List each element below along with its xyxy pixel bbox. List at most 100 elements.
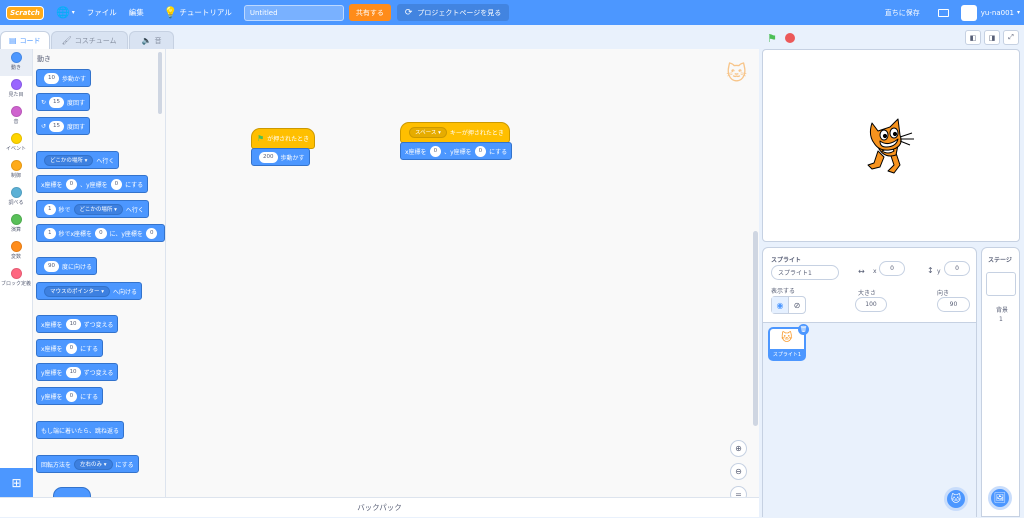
move-steps-input[interactable]: 10	[44, 72, 59, 84]
size-input[interactable]: 100	[855, 297, 887, 312]
avatar[interactable]	[960, 4, 977, 21]
glide-to-dropdown[interactable]: どこかの場所 ▾	[73, 203, 123, 215]
goto-xy-y-input[interactable]: 0	[110, 178, 123, 190]
username[interactable]: yu-na001	[981, 9, 1014, 17]
language-menu[interactable]: 🌐 ▾	[50, 0, 81, 25]
block-point-towards[interactable]: マウスのポインター ▾ へ向ける	[36, 282, 143, 300]
category-my-blocks[interactable]: ブロック定義	[0, 265, 32, 292]
zoom-out-button[interactable]: ⊖	[730, 463, 747, 480]
category-control[interactable]: 制御	[0, 157, 32, 184]
block-turn-right[interactable]: ↻ 15 度回す	[36, 93, 91, 111]
category-motion[interactable]: 動き	[0, 49, 32, 76]
block-change-x[interactable]: x座標を 10 ずつ変える	[36, 315, 119, 333]
script-goto-x-input[interactable]: 0	[429, 145, 442, 157]
block-goto[interactable]: どこかの場所 ▾ へ行く	[36, 151, 120, 169]
share-button[interactable]: 共有する	[348, 4, 391, 21]
edit-menu[interactable]: 編集	[123, 0, 150, 25]
block-turn-left[interactable]: ↺ 15 度回す	[36, 117, 91, 135]
green-flag-button[interactable]: ⚑	[767, 32, 777, 45]
y-position-input[interactable]: 0	[944, 261, 970, 276]
small-stage-button[interactable]: ◧	[965, 30, 981, 45]
large-stage-button[interactable]: ◨	[984, 30, 1000, 45]
sprite-info-panel: スプライト スプライト1 ↔ x 0 ↕ y 0 表示する ◉ ⊘ 大きさ 10…	[762, 247, 977, 518]
fullscreen-button[interactable]: ⤢	[1003, 30, 1019, 45]
glide-xy-x-input[interactable]: 0	[95, 227, 107, 239]
move-steps-block[interactable]: 200 歩動かす	[251, 148, 310, 166]
point-towards-dropdown[interactable]: マウスのポインター ▾	[44, 285, 111, 297]
block-bounce[interactable]: もし端に着いたら、跳ね返る	[36, 421, 125, 439]
goto-xy-block[interactable]: x座標を 0 、y座標を 0 にする	[400, 142, 513, 160]
add-extension-button[interactable]: ⊞	[0, 468, 33, 497]
block-change-y[interactable]: y座標を 10 ずつ変える	[36, 363, 119, 381]
file-menu[interactable]: ファイル	[81, 0, 123, 25]
change-x-input[interactable]: 10	[65, 318, 81, 330]
stage[interactable]	[762, 49, 1020, 242]
show-eye-icon[interactable]: ◉	[772, 297, 789, 313]
glide-xy-y-input[interactable]: 0	[145, 227, 158, 239]
category-events[interactable]: イベント	[0, 130, 32, 157]
cat-sprite[interactable]	[864, 117, 920, 179]
chevron-down-icon[interactable]: ▾	[1017, 9, 1020, 16]
category-sensing[interactable]: 調べる	[0, 184, 32, 211]
add-sprite-button[interactable]: 🐱	[944, 487, 968, 511]
change-y-input[interactable]: 10	[65, 366, 81, 378]
category-variables[interactable]: 変数	[0, 238, 32, 265]
block-set-x[interactable]: x座標を 0 にする	[36, 339, 104, 357]
turn-left-input[interactable]: 15	[49, 120, 65, 132]
block-rotation-style[interactable]: 回転方法を 左右のみ ▾ にする	[36, 455, 139, 473]
glide-secs-input[interactable]: 1	[44, 203, 56, 215]
tutorial-menu[interactable]: 💡 チュートリアル	[158, 0, 238, 25]
category-operators-dot	[10, 214, 22, 225]
script-move-input[interactable]: 200	[259, 151, 278, 163]
tab-costumes[interactable]: 🖌 コスチューム	[50, 31, 128, 49]
point-direction-input[interactable]: 90	[44, 260, 59, 272]
see-project-page-button[interactable]: ⟳ プロジェクトページを見る	[396, 4, 510, 21]
script-goto-y-input[interactable]: 0	[474, 145, 487, 157]
block-point-direction[interactable]: 90 度に向ける	[36, 257, 98, 275]
hide-eye-icon[interactable]: ⊘	[789, 297, 805, 313]
glide-xy-label-b: に、y座標を	[109, 230, 143, 238]
sprite-tile[interactable]: 🐱 スプライト1 🗑	[768, 324, 809, 361]
set-x-input[interactable]: 0	[65, 342, 78, 354]
palette-scrollbar[interactable]	[158, 52, 162, 114]
glide-xy-secs-input[interactable]: 1	[44, 227, 56, 239]
goto-xy-x-input[interactable]: 0	[65, 178, 78, 190]
zoom-in-button[interactable]: ⊕	[730, 440, 747, 457]
stage-thumbnail[interactable]	[986, 272, 1016, 296]
set-y-input[interactable]: 0	[65, 390, 78, 402]
category-operators[interactable]: 演算	[0, 211, 32, 238]
block-goto-xy[interactable]: x座標を 0 、y座標を 0 にする	[36, 175, 149, 193]
backpack[interactable]: バックパック	[0, 497, 759, 517]
rotation-dropdown[interactable]: 左右のみ ▾	[74, 458, 113, 470]
category-motion-label: 動き	[10, 65, 21, 71]
category-looks[interactable]: 見た目	[0, 76, 32, 103]
direction-input[interactable]: 90	[937, 297, 970, 312]
turn-right-input[interactable]: 15	[49, 96, 65, 108]
block-move-steps[interactable]: 10 歩動かす	[36, 69, 92, 87]
trash-icon[interactable]: 🗑	[798, 324, 809, 335]
block-glide-xy[interactable]: 1 秒でx座標を 0 に、y座標を 0	[36, 224, 165, 242]
add-backdrop-button[interactable]: 🖼	[988, 486, 1012, 510]
save-now-button[interactable]: 直ちに保存	[885, 8, 920, 18]
tab-sounds[interactable]: 🔈 音	[128, 31, 175, 49]
when-flag-clicked-block[interactable]: ⚑ が押されたとき	[251, 128, 316, 149]
block-reporter-partial[interactable]	[53, 487, 91, 497]
script-goto-label-b: 、y座標を	[444, 148, 472, 156]
block-set-y[interactable]: y座標を 0 にする	[36, 387, 104, 405]
category-sound-dot	[10, 106, 22, 117]
tab-code[interactable]: ▤ コード	[0, 31, 50, 49]
block-glide-to[interactable]: 1 秒で どこかの場所 ▾ へ行く	[36, 200, 149, 218]
scratch-logo[interactable]: Scratch	[6, 5, 44, 20]
goto-dropdown[interactable]: どこかの場所 ▾	[44, 154, 94, 166]
x-position-input[interactable]: 0	[879, 261, 905, 276]
category-sound[interactable]: 音	[0, 103, 32, 130]
stage-selector-panel[interactable]: ステージ 背景 1 🖼	[981, 247, 1020, 517]
sprite-name-input[interactable]: スプライト1	[771, 265, 839, 280]
script-area[interactable]: 🐱 ⚑ が押されたとき 200 歩動かす スペース ▾ キーが押されたとき x座…	[166, 49, 759, 503]
key-dropdown[interactable]: スペース ▾	[409, 127, 447, 138]
my-stuff-folder-icon[interactable]	[937, 8, 949, 17]
project-title-input[interactable]: Untitled	[243, 4, 344, 21]
when-key-pressed-block[interactable]: スペース ▾ キーが押されたとき	[400, 122, 510, 143]
stop-button[interactable]	[785, 33, 795, 43]
script-scrollbar[interactable]	[753, 231, 758, 426]
